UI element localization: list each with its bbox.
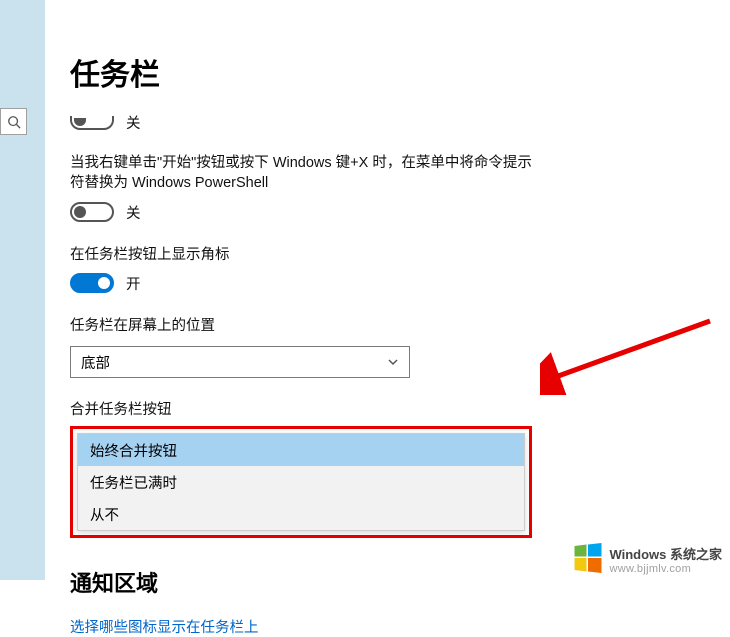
search-button[interactable] xyxy=(0,108,27,135)
watermark: Windows 系统之家 www.bjjmlv.com xyxy=(573,543,722,576)
dropdown-option-never[interactable]: 从不 xyxy=(78,498,524,530)
toggle-state-badges: 开 xyxy=(126,273,141,294)
chevron-down-icon xyxy=(387,356,399,368)
page-title: 任务栏 xyxy=(70,50,730,94)
toggle-row-powershell: 关 xyxy=(70,202,730,223)
annotation-highlight-box: 始终合并按钮 任务栏已满时 从不 xyxy=(70,426,532,538)
toggle-row-partial: 关 xyxy=(70,112,730,133)
toggle-switch-powershell[interactable] xyxy=(70,202,114,222)
sidebar-rail xyxy=(0,0,45,580)
dropdown-taskbar-location[interactable]: 底部 xyxy=(70,346,410,378)
watermark-title: Windows 系统之家 xyxy=(609,544,722,563)
toggle-switch-badges[interactable] xyxy=(70,273,114,293)
dropdown-option-full[interactable]: 任务栏已满时 xyxy=(78,466,524,498)
link-select-icons[interactable]: 选择哪些图标显示在任务栏上 xyxy=(70,616,730,637)
toggle-state-partial: 关 xyxy=(126,112,141,133)
toggle-row-badges: 开 xyxy=(70,273,730,294)
toggle-state-powershell: 关 xyxy=(126,202,141,223)
dropdown-selected-location: 底部 xyxy=(81,352,110,373)
search-icon xyxy=(7,115,21,129)
watermark-url: www.bjjmlv.com xyxy=(609,563,722,575)
setting-label-badges: 在任务栏按钮上显示角标 xyxy=(70,245,540,265)
watermark-text: Windows 系统之家 www.bjjmlv.com xyxy=(609,544,722,575)
setting-label-combine: 合并任务栏按钮 xyxy=(70,400,540,420)
dropdown-list-combine: 始终合并按钮 任务栏已满时 从不 xyxy=(77,433,525,531)
setting-label-location: 任务栏在屏幕上的位置 xyxy=(70,316,540,336)
settings-content: 任务栏 关 当我右键单击"开始"按钮或按下 Windows 键+X 时，在菜单中… xyxy=(45,0,730,580)
dropdown-option-always[interactable]: 始终合并按钮 xyxy=(78,434,524,466)
setting-label-powershell: 当我右键单击"开始"按钮或按下 Windows 键+X 时，在菜单中将命令提示符… xyxy=(70,153,540,194)
windows-logo-icon xyxy=(573,543,603,576)
toggle-switch-partial[interactable] xyxy=(70,116,114,130)
